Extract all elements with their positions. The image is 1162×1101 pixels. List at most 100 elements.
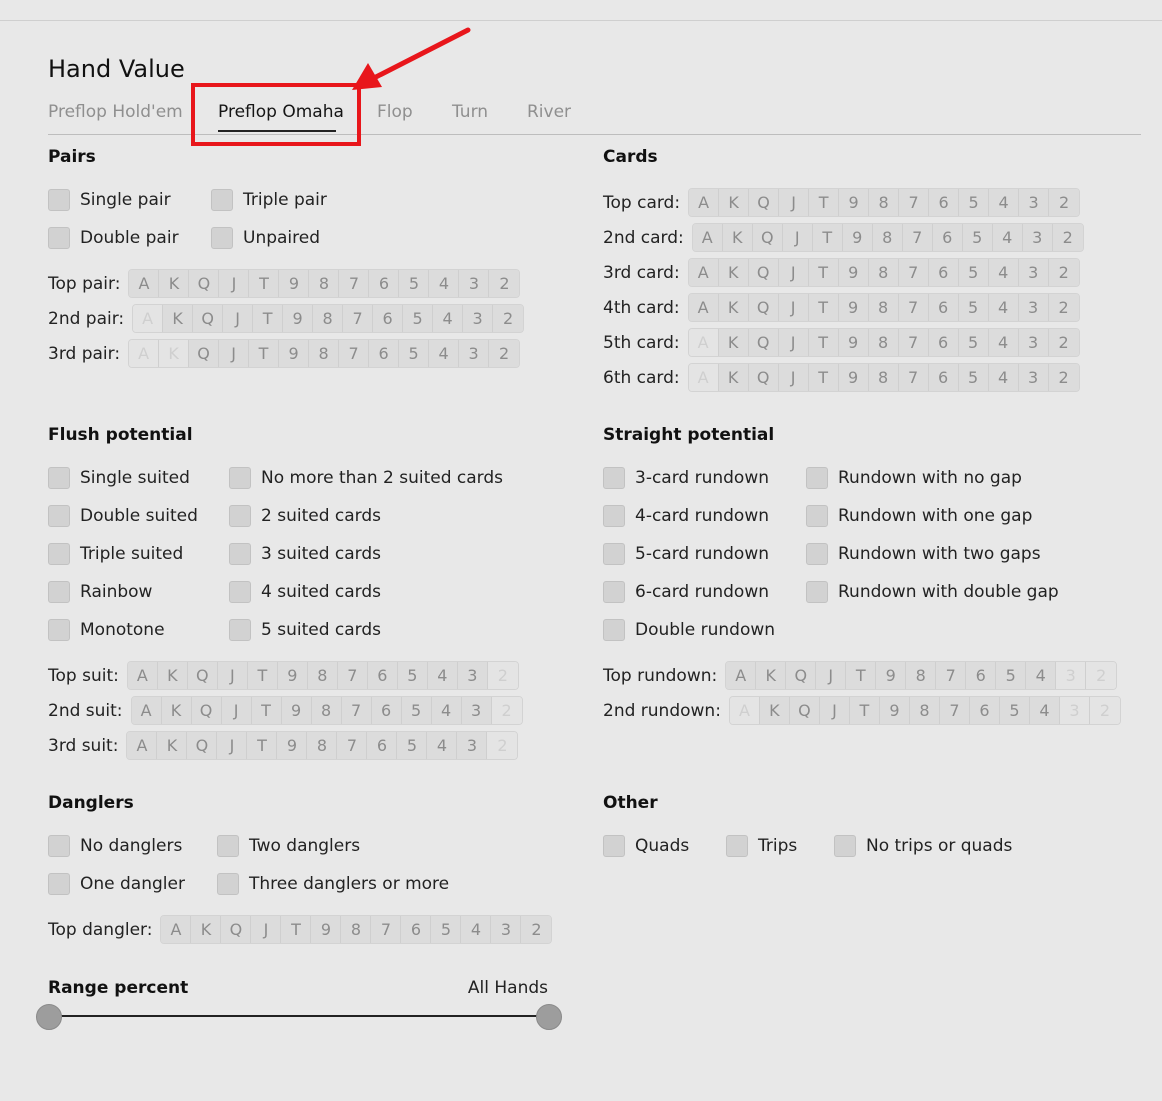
rank-cell-Q[interactable]: Q xyxy=(187,662,218,689)
rank-cell-3[interactable]: 3 xyxy=(461,697,492,724)
range-slider-max-handle[interactable] xyxy=(536,1004,562,1030)
checkbox-box[interactable] xyxy=(603,581,625,603)
checkbox-box[interactable] xyxy=(48,467,70,489)
rank-cell-9[interactable]: 9 xyxy=(281,697,312,724)
checkbox-box[interactable] xyxy=(211,227,233,249)
checkbox-box[interactable] xyxy=(229,619,251,641)
rank-cell-8[interactable]: 8 xyxy=(868,364,899,391)
rank-cell-A[interactable]: A xyxy=(127,732,158,759)
checkbox-box[interactable] xyxy=(48,505,70,527)
rank-cell-7[interactable]: 7 xyxy=(341,697,372,724)
rank-cell-J[interactable]: J xyxy=(779,189,810,216)
rank-cell-3[interactable]: 3 xyxy=(459,270,490,297)
rank-cell-Q[interactable]: Q xyxy=(191,697,222,724)
rank-cell-A[interactable]: A xyxy=(127,662,158,689)
rank-cell-8[interactable]: 8 xyxy=(313,305,344,332)
rank-cell-T[interactable]: T xyxy=(253,305,284,332)
rank-cell-Q[interactable]: Q xyxy=(749,189,780,216)
rank-cell-A[interactable]: A xyxy=(131,697,162,724)
rainbow-checkbox[interactable]: Rainbow xyxy=(48,580,152,604)
rank-cell-4[interactable]: 4 xyxy=(988,329,1019,356)
rank-cell-A[interactable]: A xyxy=(161,916,192,943)
rank-cell-2[interactable]: 2 xyxy=(1048,294,1079,321)
rank-cell-3[interactable]: 3 xyxy=(491,916,522,943)
rank-cell-7[interactable]: 7 xyxy=(898,259,929,286)
rank-cell-Q[interactable]: Q xyxy=(752,224,783,251)
tab-preflop-omaha[interactable]: Preflop Omaha xyxy=(218,102,344,122)
4-card-rundown-checkbox[interactable]: 4-card rundown xyxy=(603,504,769,528)
rank-cell-T[interactable]: T xyxy=(249,340,280,367)
rank-cell-3[interactable]: 3 xyxy=(457,662,488,689)
checkbox-box[interactable] xyxy=(48,581,70,603)
rank-cell-Q[interactable]: Q xyxy=(748,294,779,321)
rank-cell-8[interactable]: 8 xyxy=(906,662,937,689)
tab-flop[interactable]: Flop xyxy=(377,102,413,122)
checkbox-box[interactable] xyxy=(217,835,239,857)
rank-cell-7[interactable]: 7 xyxy=(337,662,368,689)
checkbox-box[interactable] xyxy=(48,835,70,857)
rank-cell-T[interactable]: T xyxy=(812,224,843,251)
5-card-rundown-checkbox[interactable]: 5-card rundown xyxy=(603,542,769,566)
rank-cell-5[interactable]: 5 xyxy=(399,270,430,297)
rank-cell-6[interactable]: 6 xyxy=(928,329,959,356)
rank-cell-6[interactable]: 6 xyxy=(928,364,959,391)
rank-cell-9[interactable]: 9 xyxy=(839,189,870,216)
rank-cell-9[interactable]: 9 xyxy=(876,662,907,689)
rank-cell-K[interactable]: K xyxy=(759,697,790,724)
rank-cell-J[interactable]: J xyxy=(221,697,252,724)
rank-cell-9[interactable]: 9 xyxy=(283,305,314,332)
rank-cell-Q[interactable]: Q xyxy=(786,662,817,689)
rank-cell-K[interactable]: K xyxy=(157,732,188,759)
rank-cell-4[interactable]: 4 xyxy=(427,732,458,759)
checkbox-box[interactable] xyxy=(834,835,856,857)
rank-cell-4[interactable]: 4 xyxy=(988,294,1019,321)
rank-cell-5[interactable]: 5 xyxy=(959,189,990,216)
triple-suited-checkbox[interactable]: Triple suited xyxy=(48,542,183,566)
5-suited-cards-checkbox[interactable]: 5 suited cards xyxy=(229,618,381,642)
rank-cell-K[interactable]: K xyxy=(161,697,192,724)
checkbox-box[interactable] xyxy=(229,581,251,603)
rank-cell-4[interactable]: 4 xyxy=(427,662,458,689)
rank-cell-8[interactable]: 8 xyxy=(341,916,372,943)
rank-cell-3[interactable]: 3 xyxy=(463,305,494,332)
single-pair-checkbox[interactable]: Single pair xyxy=(48,188,171,212)
rank-cell-7[interactable]: 7 xyxy=(371,916,402,943)
trips-checkbox[interactable]: Trips xyxy=(726,834,797,858)
rank-cell-3[interactable]: 3 xyxy=(1018,294,1049,321)
three-danglers-checkbox[interactable]: Three danglers or more xyxy=(217,872,449,896)
rank-cell-6[interactable]: 6 xyxy=(966,662,997,689)
rank-cell-9[interactable]: 9 xyxy=(311,916,342,943)
range-slider-min-handle[interactable] xyxy=(36,1004,62,1030)
checkbox-box[interactable] xyxy=(229,505,251,527)
checkbox-box[interactable] xyxy=(806,581,828,603)
rank-cell-5[interactable]: 5 xyxy=(431,916,462,943)
rank-cell-K[interactable]: K xyxy=(157,662,188,689)
rundown-two-gaps-checkbox[interactable]: Rundown with two gaps xyxy=(806,542,1041,566)
rank-cell-8[interactable]: 8 xyxy=(868,329,899,356)
rank-cell-2[interactable]: 2 xyxy=(1052,224,1083,251)
rank-cell-4[interactable]: 4 xyxy=(429,340,460,367)
rank-cell-9[interactable]: 9 xyxy=(838,259,869,286)
rank-cell-3[interactable]: 3 xyxy=(1018,329,1049,356)
3-card-rundown-checkbox[interactable]: 3-card rundown xyxy=(603,466,769,490)
rank-cell-2[interactable]: 2 xyxy=(521,916,552,943)
rank-cell-4[interactable]: 4 xyxy=(461,916,492,943)
tab-river[interactable]: River xyxy=(527,102,571,122)
rank-cell-K[interactable]: K xyxy=(756,662,787,689)
rank-cell-5[interactable]: 5 xyxy=(958,364,989,391)
rank-cell-T[interactable]: T xyxy=(846,662,877,689)
rank-cell-6[interactable]: 6 xyxy=(373,305,404,332)
max-2-suited-checkbox[interactable]: No more than 2 suited cards xyxy=(229,466,503,490)
rank-cell-J[interactable]: J xyxy=(219,270,250,297)
rank-cell-5[interactable]: 5 xyxy=(399,340,430,367)
rank-cell-7[interactable]: 7 xyxy=(337,732,368,759)
rank-cell-6[interactable]: 6 xyxy=(401,916,432,943)
rank-cell-3[interactable]: 3 xyxy=(1018,259,1049,286)
rank-cell-Q[interactable]: Q xyxy=(189,270,220,297)
checkbox-box[interactable] xyxy=(48,543,70,565)
rank-cell-5[interactable]: 5 xyxy=(397,732,428,759)
rank-cell-A[interactable]: A xyxy=(129,270,160,297)
tab-turn[interactable]: Turn xyxy=(452,102,488,122)
rank-cell-J[interactable]: J xyxy=(819,697,850,724)
rank-cell-6[interactable]: 6 xyxy=(929,189,960,216)
